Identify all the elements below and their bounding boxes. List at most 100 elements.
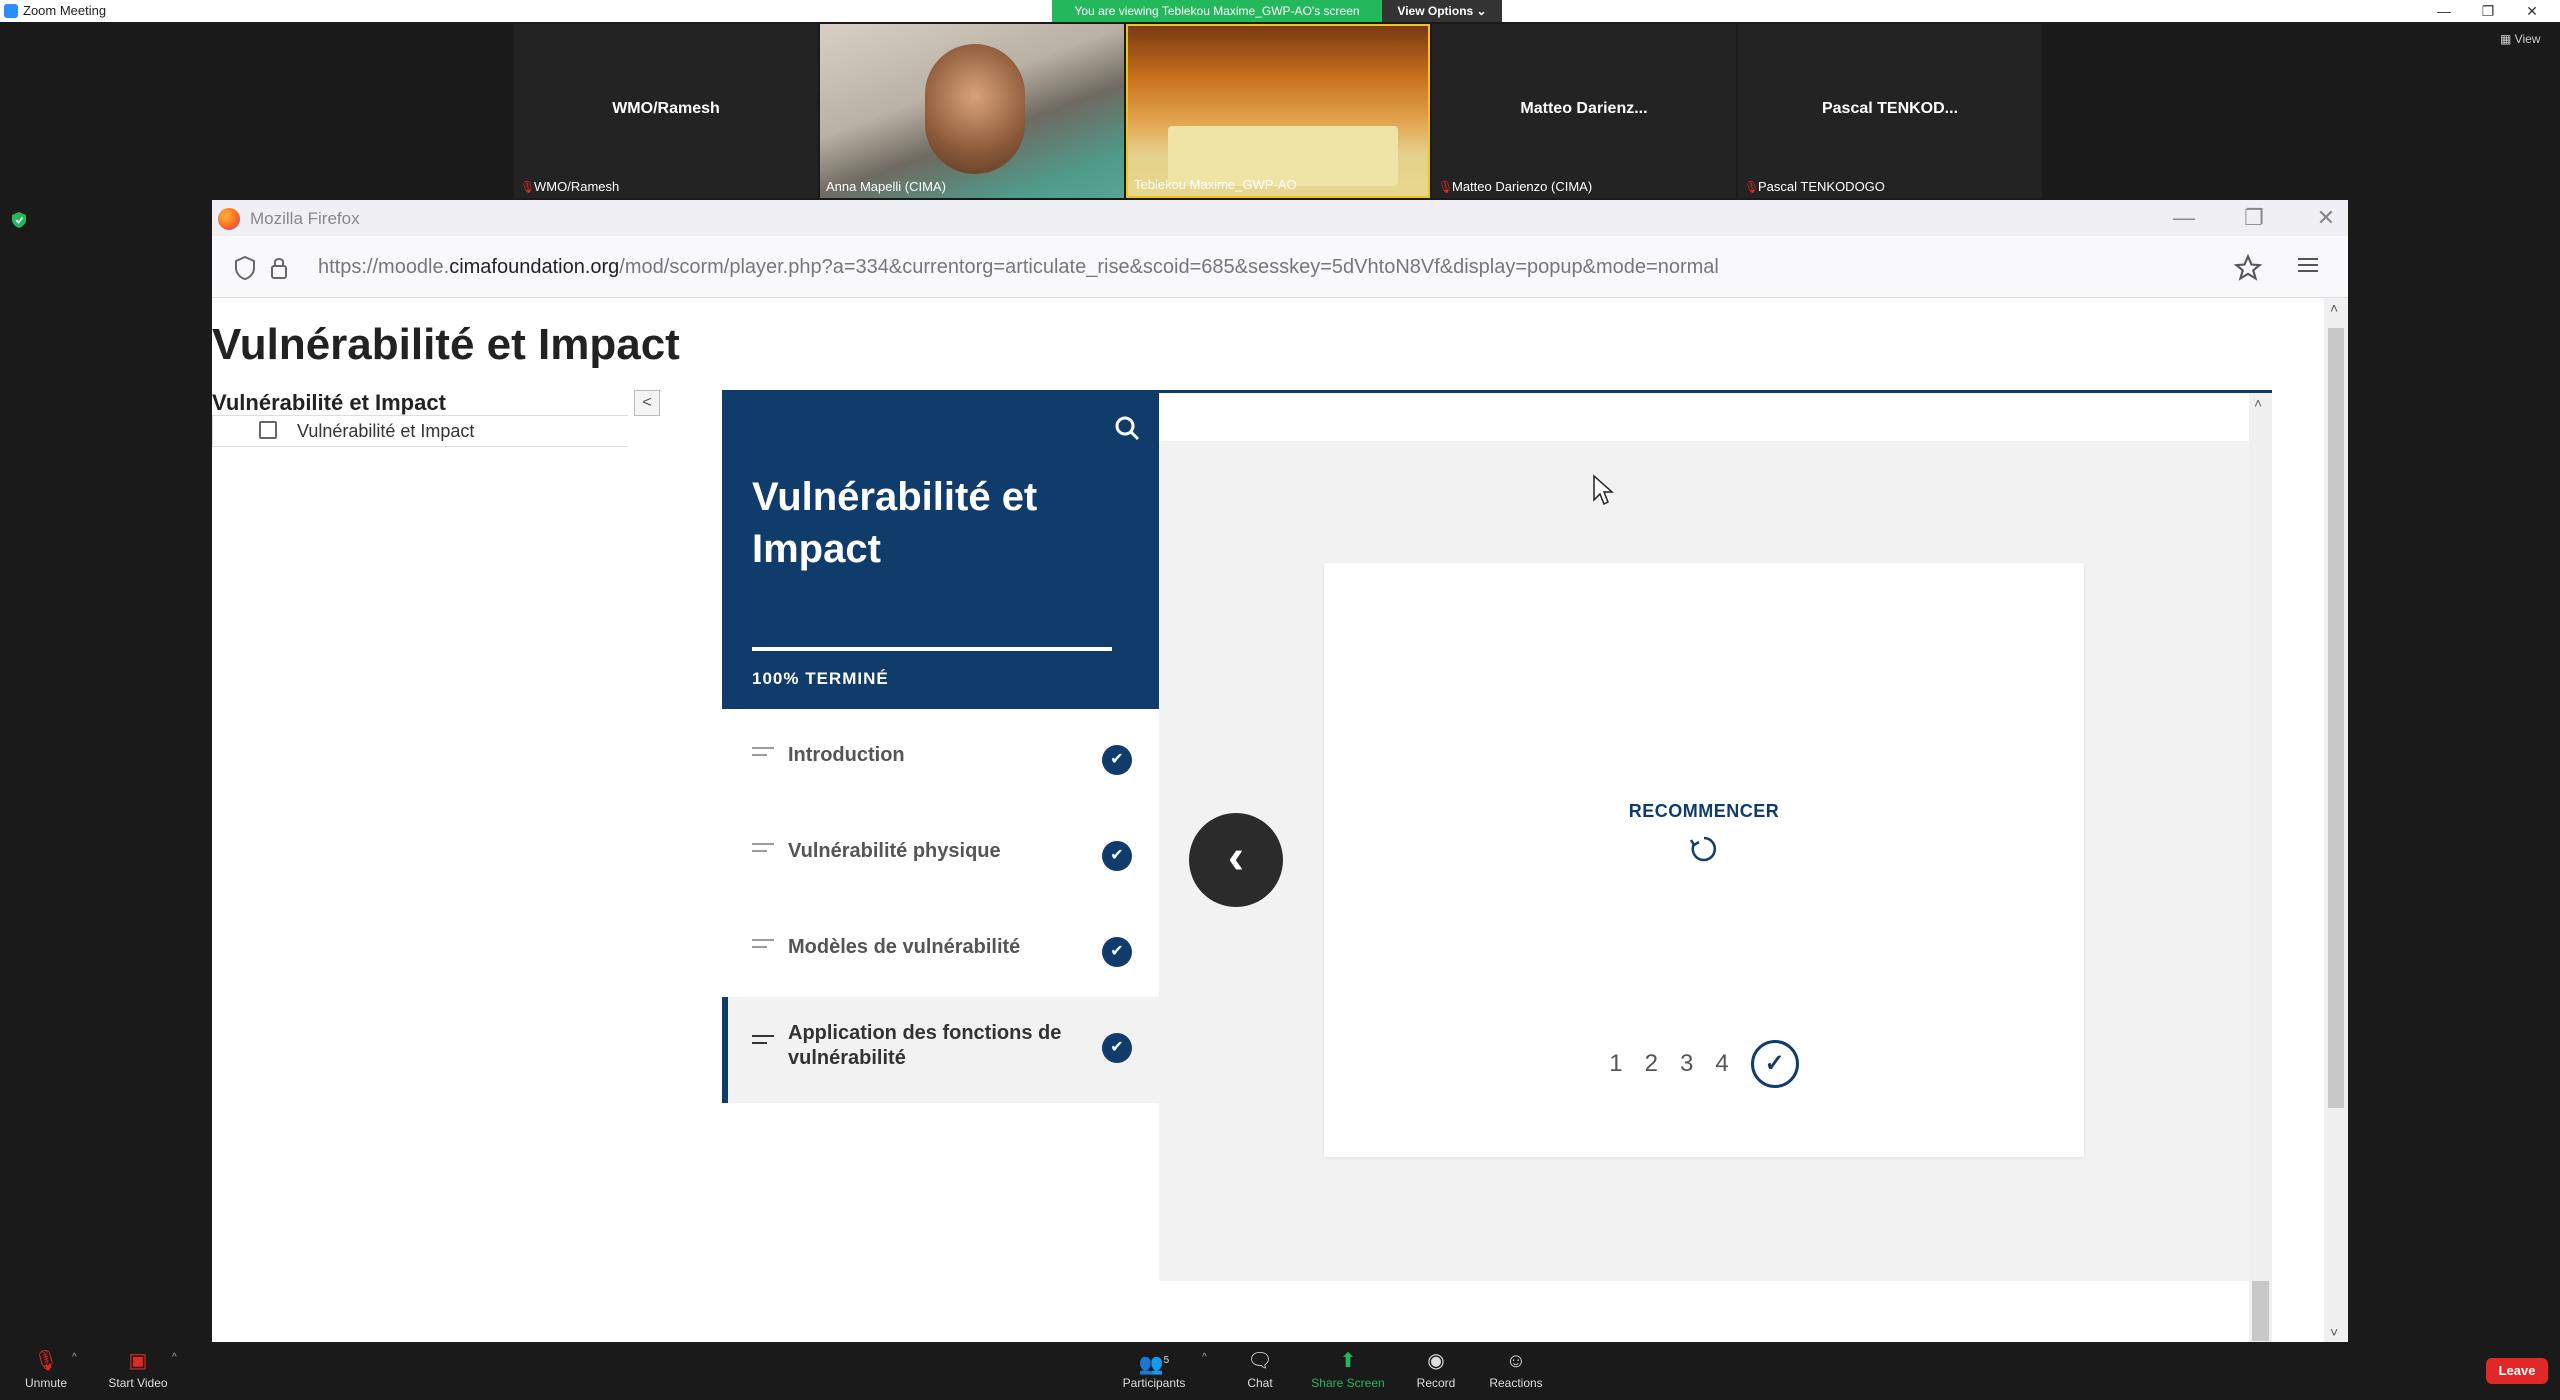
mic-muted-icon: 🎙 [1744,179,1760,194]
zoom-toolbar: 🎙 Unmute ^ ▣ Start Video ^ 👥5 Participan… [0,1342,2560,1400]
firefox-logo-icon [218,208,240,230]
viewing-screen-banner: You are viewing Teblekou Maxime_GWP-AO's… [1052,0,1382,22]
search-icon[interactable] [1112,413,1142,443]
participant-label: Matteo Darienzo (CIMA) [1452,179,1593,194]
bookmark-star-icon[interactable] [2234,254,2262,282]
participant-label: Anna Mapelli (CIMA) [826,179,946,194]
record-button[interactable]: ◉ Record [1396,1348,1476,1396]
zoom-window-title: Zoom Meeting [23,3,107,18]
participant-tile[interactable]: Anna Mapelli (CIMA) [820,24,1124,198]
lesson-lines-icon [752,939,774,955]
video-off-icon: ▣ [128,1350,148,1372]
chat-icon: 🗨 [1247,1350,1273,1372]
video-options-caret[interactable]: ^ [172,1352,177,1363]
scroll-up-icon[interactable]: ˄ [2330,300,2338,316]
participant-tile[interactable]: WMO/Ramesh 🎙 WMO/Ramesh [514,24,818,198]
leave-button[interactable]: Leave [2486,1358,2548,1384]
tracking-shield-icon[interactable] [234,256,256,280]
lesson-lines-icon [752,747,774,763]
toc-checkbox[interactable] [259,421,277,439]
check-icon: ✔ [1102,745,1132,775]
lesson-lines-icon [752,1035,774,1051]
participants-button[interactable]: 👥5 Participants [1114,1348,1194,1396]
scrollbar-thumb[interactable] [2328,328,2344,1108]
page-number[interactable]: 4 [1715,1050,1728,1078]
page-title: Vulnérabilité et Impact [212,320,680,369]
completed-check-icon[interactable]: ✓ [1750,1040,1799,1088]
participant-label: WMO/Ramesh [534,179,620,194]
participants-options-caret[interactable]: ^ [1202,1352,1207,1363]
restore-icon[interactable]: ❐ [2234,204,2274,232]
scroll-down-icon[interactable]: ˅ [2330,1324,2338,1340]
check-icon: ✔ [1102,841,1132,871]
zoom-titlebar: Zoom Meeting You are viewing Teblekou Ma… [0,0,2560,22]
encryption-shield-icon[interactable] [12,212,26,228]
page-number[interactable]: 1 [1609,1050,1622,1078]
participant-tile[interactable]: Pascal TENKOD... 🎙 Pascal TENKODOGO [1738,24,2042,198]
lesson-application-des-fonctions[interactable]: Application des fonctions de vulnérabili… [722,997,1159,1103]
participants-icon: 👥5 [1138,1353,1170,1376]
share-screen-button[interactable]: ⬆ Share Screen [1308,1348,1388,1396]
record-icon: ◉ [1427,1350,1445,1372]
restart-icon[interactable] [1688,833,1720,865]
hamburger-menu-icon[interactable] [2298,254,2318,276]
view-button[interactable]: ▦ View [2500,32,2540,46]
close-icon[interactable]: ✕ [2514,0,2550,22]
reactions-icon: ☺ [1505,1350,1527,1372]
close-icon[interactable]: ✕ [2306,204,2346,232]
audio-options-caret[interactable]: ^ [72,1352,77,1363]
share-screen-icon: ⬆ [1339,1350,1357,1372]
lesson-label: Introduction [788,744,905,766]
participant-label: Teblekou Maxime_GWP-AO [1134,177,1297,192]
minimize-icon[interactable]: — [2164,204,2204,232]
page-content: Vulnérabilité et Impact Vulnérabilité et… [212,298,2324,1342]
participant-video [925,44,1025,174]
lesson-introduction[interactable]: Introduction ✔ [722,709,1159,805]
minimize-icon[interactable]: — [2426,0,2462,22]
lesson-topbar [1159,393,2249,441]
reactions-button[interactable]: ☺ Reactions [1476,1348,1556,1396]
lesson-label: Application des fonctions de vulnérabili… [788,1022,1062,1069]
lesson-modeles-de-vulnerabilite[interactable]: Modèles de vulnérabilité ✔ [722,901,1159,997]
address-bar[interactable]: https://moodle.cimafoundation.org/mod/sc… [212,236,2348,298]
page-scrollbar[interactable]: ˄ ˅ [2324,298,2348,1342]
lesson-scrollbar[interactable]: ˄ [2249,393,2272,1342]
mouse-cursor-icon [1593,474,1614,506]
start-video-button[interactable]: ▣ Start Video [98,1348,178,1396]
page-pager: 1 2 3 4 ✓ [1324,1039,2084,1089]
participant-label: Pascal TENKODOGO [1758,179,1885,194]
completion-card: RECOMMENCER 1 2 3 4 ✓ [1324,563,2084,1157]
lesson-content-area: ‹ RECOMMENCER 1 2 3 4 ✓ ˄ [1159,393,2272,1342]
previous-lesson-button[interactable]: ‹ [1189,813,1283,907]
restore-icon[interactable]: ❐ [2470,0,2506,22]
course-title: Vulnérabilité et Impact [752,475,1038,571]
course-sidebar: Vulnérabilité et Impact 100% TERMINÉ Int… [722,393,1159,1342]
lock-icon[interactable] [270,256,288,280]
firefox-window-title: Mozilla Firefox [250,209,360,228]
url-text[interactable]: https://moodle.cimafoundation.org/mod/sc… [318,256,1719,279]
check-icon: ✔ [1102,937,1132,967]
check-icon: ✔ [1102,1033,1132,1063]
firefox-titlebar: Mozilla Firefox — ❐ ✕ [212,200,2348,236]
view-options-button[interactable]: View Options ⌄ [1382,0,1502,22]
page-number[interactable]: 3 [1680,1050,1693,1078]
participant-tile-active-speaker[interactable]: Teblekou Maxime_GWP-AO [1126,24,1430,198]
toc-title: Vulnérabilité et Impact [212,390,446,415]
toc-item-label: Vulnérabilité et Impact [297,421,475,441]
mic-muted-icon: 🎙 [520,179,536,194]
mic-muted-icon: 🎙 [1438,179,1454,194]
participant-tile[interactable]: Matteo Darienz... 🎙 Matteo Darienzo (CIMA… [1432,24,1736,198]
chat-button[interactable]: 🗨 Chat [1220,1348,1300,1396]
lesson-bottombar [1159,1281,2249,1342]
progress-bar [752,647,1112,651]
lesson-vulnerabilite-physique[interactable]: Vulnérabilité physique ✔ [722,805,1159,901]
toc-item[interactable]: Vulnérabilité et Impact [212,415,628,447]
zoom-app-icon [4,4,18,18]
toc-collapse-button[interactable]: < [634,390,660,416]
page-number[interactable]: 2 [1645,1050,1658,1078]
restart-button[interactable]: RECOMMENCER [1324,801,2084,822]
scroll-up-icon[interactable]: ˄ [2254,395,2262,411]
scrollbar-thumb[interactable] [2252,1281,2269,1341]
firefox-window: Mozilla Firefox — ❐ ✕ https://moodle.cim… [212,200,2348,1342]
rise-course-frame: Vulnérabilité et Impact 100% TERMINÉ Int… [722,390,2272,1342]
